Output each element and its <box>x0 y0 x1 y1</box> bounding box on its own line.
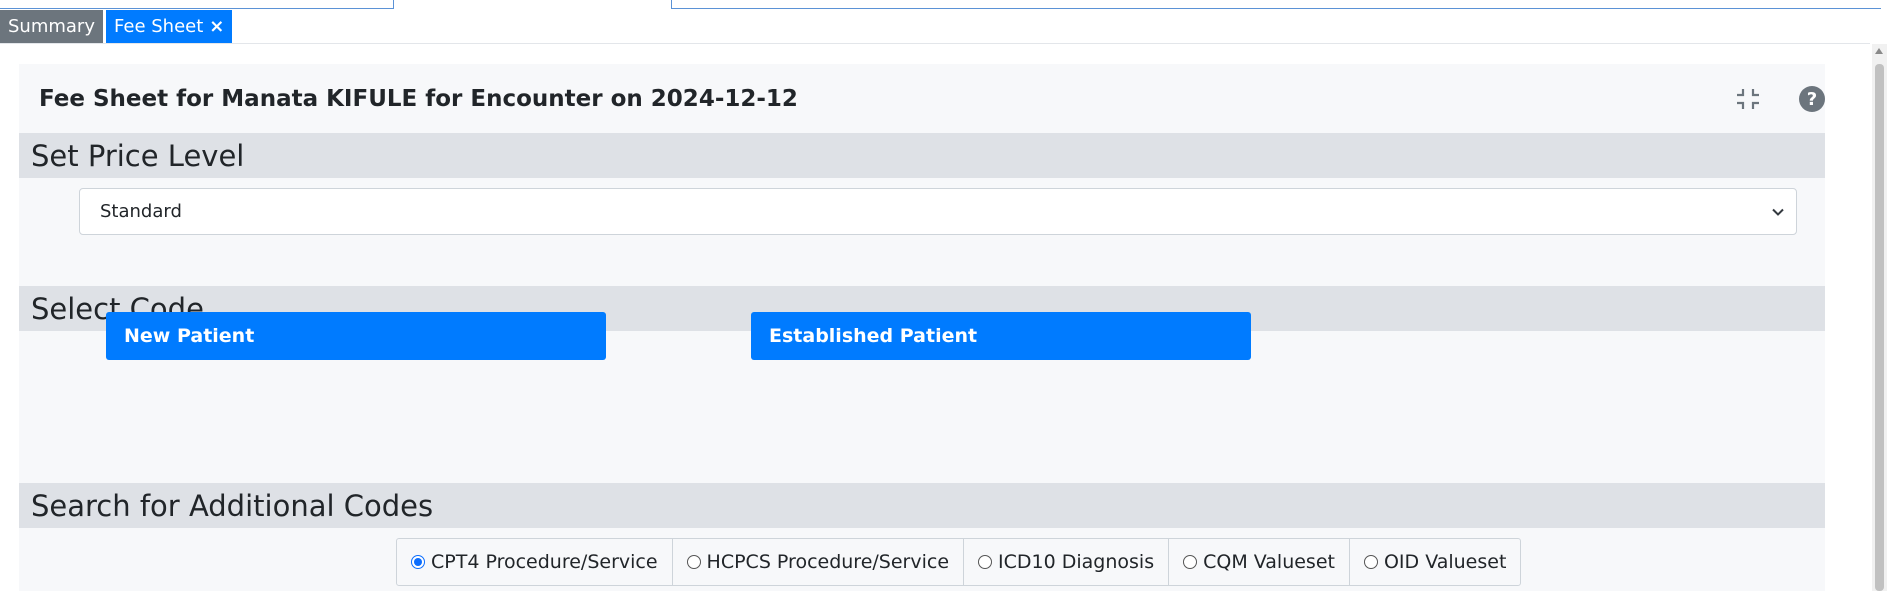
page-title: Fee Sheet for Manata KIFULE for Encounte… <box>39 86 798 112</box>
code-type-radio-group: CPT4 Procedure/Service HCPCS Procedure/S… <box>396 538 1522 586</box>
help-icon[interactable]: ? <box>1799 86 1825 112</box>
tab-summary-label: Summary <box>8 16 95 37</box>
price-level-selected: Standard <box>100 201 182 222</box>
radio-icd10-label: ICD10 Diagnosis <box>998 551 1155 573</box>
established-patient-button[interactable]: Established Patient <box>751 312 1251 360</box>
tab-summary[interactable]: Summary <box>0 10 103 43</box>
compress-icon[interactable] <box>1735 86 1761 112</box>
tab-underline <box>0 43 1870 44</box>
section-price-level-heading: Set Price Level <box>19 133 1825 178</box>
chevron-down-icon <box>1772 208 1784 216</box>
new-patient-button[interactable]: New Patient <box>106 312 606 360</box>
radio-icd10[interactable]: ICD10 Diagnosis <box>964 539 1170 585</box>
radio-button[interactable] <box>411 555 425 569</box>
tab-fee-sheet[interactable]: Fee Sheet × <box>106 10 233 43</box>
vertical-scrollbar[interactable] <box>1872 44 1887 591</box>
radio-cpt4[interactable]: CPT4 Procedure/Service <box>397 539 673 585</box>
tab-fee-sheet-label: Fee Sheet <box>114 16 204 37</box>
price-level-select[interactable]: Standard <box>79 188 1797 235</box>
new-patient-label: New Patient <box>124 325 255 347</box>
radio-button[interactable] <box>1363 555 1378 569</box>
scroll-thumb[interactable] <box>1875 64 1884 591</box>
radio-oid-label: OID Valueset <box>1383 551 1507 573</box>
tab-strip: Summary Fee Sheet × <box>0 10 233 43</box>
radio-hcpcs[interactable]: HCPCS Procedure/Service <box>673 539 965 585</box>
radio-button[interactable] <box>978 555 993 569</box>
radio-cpt4-label: CPT4 Procedure/Service <box>431 551 658 573</box>
frame-line-right <box>671 0 1881 9</box>
frame-line-left <box>0 0 394 9</box>
fee-sheet-card: Fee Sheet for Manata KIFULE for Encounte… <box>19 64 1825 591</box>
section-search-codes-heading: Search for Additional Codes <box>19 483 1825 528</box>
card-header: Fee Sheet for Manata KIFULE for Encounte… <box>19 64 1825 134</box>
radio-button[interactable] <box>686 555 701 569</box>
radio-cqm-label: CQM Valueset <box>1203 551 1335 573</box>
radio-hcpcs-label: HCPCS Procedure/Service <box>706 551 950 573</box>
established-patient-label: Established Patient <box>769 325 978 347</box>
radio-oid[interactable]: OID Valueset <box>1350 539 1520 585</box>
radio-cqm[interactable]: CQM Valueset <box>1169 539 1350 585</box>
close-icon[interactable]: × <box>209 16 224 37</box>
scroll-up-icon[interactable] <box>1875 48 1883 54</box>
radio-button[interactable] <box>1183 555 1198 569</box>
